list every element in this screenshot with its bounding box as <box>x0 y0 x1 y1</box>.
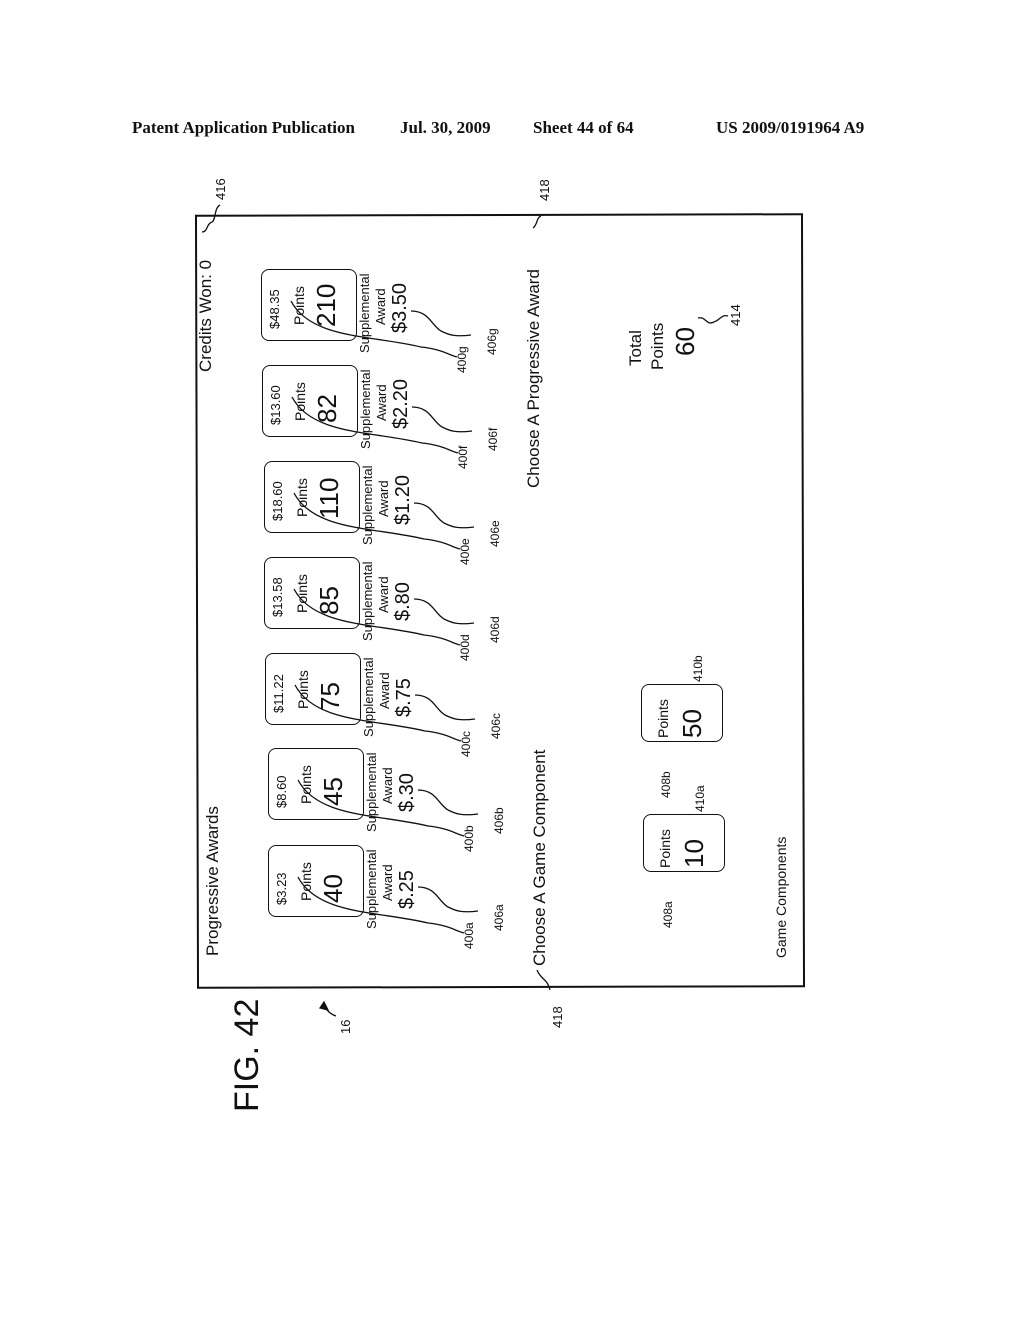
component-box-ref: 408b <box>659 771 673 798</box>
supplemental-award-value: $3.50 <box>389 282 411 333</box>
supplemental-ref: 406a <box>492 904 506 931</box>
supplemental-award-label: Award <box>377 672 392 709</box>
component-points-value: 50 <box>677 709 707 738</box>
supplemental-ref: 406d <box>488 616 502 643</box>
component-points-label: Points <box>657 829 673 868</box>
supplemental-label: Supplemental <box>357 273 372 354</box>
award-ref: 400e <box>458 538 472 565</box>
supplemental-award-label: Award <box>380 767 395 804</box>
award-ref: 400d <box>458 634 472 661</box>
award-amount: $18.60 <box>270 481 285 521</box>
award-points-value: 75 <box>315 682 345 711</box>
fig-arrowhead <box>318 1000 330 1011</box>
total-ref: 414 <box>728 304 743 326</box>
award-points-label: Points <box>292 382 308 421</box>
fig-arrow <box>323 1003 337 1017</box>
supplemental-award-value: $.80 <box>392 582 414 621</box>
award-points-label: Points <box>298 765 314 804</box>
award-ref: 400b <box>462 825 476 852</box>
supplemental-label: Supplemental <box>358 369 373 450</box>
choose-progressive-award-prompt[interactable]: Choose A Progressive Award <box>524 269 544 488</box>
component-value-ref: 410b <box>691 655 705 682</box>
award-points-value: 82 <box>312 394 342 423</box>
award-ref: 400c <box>459 730 473 757</box>
award-ref: 400a <box>462 922 476 949</box>
publication-label: Patent Application Publication <box>132 118 355 137</box>
choose-game-component-prompt[interactable]: Choose A Game Component <box>530 750 550 966</box>
supplemental-label: Supplemental <box>361 657 376 738</box>
credits-ref: 416 <box>213 178 228 200</box>
supplemental-award-label: Award <box>373 288 388 325</box>
award-points-value: 40 <box>318 874 348 903</box>
component-points-value: 10 <box>679 839 709 868</box>
component-box-ref: 408a <box>661 901 675 928</box>
supplemental-label: Supplemental <box>360 561 375 642</box>
component-points-label: Points <box>655 699 671 738</box>
patent-number: US 2009/0191964 A9 <box>716 118 865 137</box>
award-amount: $13.58 <box>270 577 285 617</box>
supplemental-award-label: Award <box>376 576 391 613</box>
supplemental-award-label: Award <box>374 384 389 421</box>
award-ref: 400g <box>455 346 469 373</box>
award-points-label: Points <box>294 478 310 517</box>
supplemental-label: Supplemental <box>360 465 375 546</box>
total-points-value: 60 <box>670 327 700 356</box>
supplemental-award-value: $2.20 <box>390 378 412 429</box>
award-points-value: 85 <box>314 586 344 615</box>
choose-ref-bottom: 418 <box>550 1006 565 1028</box>
supplemental-award-label: Award <box>376 480 391 517</box>
supplemental-award-value: $.30 <box>396 773 418 812</box>
supplemental-label: Supplemental <box>364 849 379 930</box>
supplemental-ref: 406g <box>485 328 499 355</box>
publication-date: Jul. 30, 2009 <box>400 118 491 137</box>
award-points-value: 45 <box>318 777 348 806</box>
award-ref: 400f <box>456 445 470 469</box>
supplemental-award-label: Award <box>380 864 395 901</box>
supplemental-award-value: $.25 <box>396 870 418 909</box>
award-points-value: 210 <box>311 283 341 327</box>
credits-won-display: Credits Won: 0 <box>196 259 215 372</box>
figure-label: FIG. 42 <box>228 998 266 1112</box>
game-components-title: Game Components <box>773 836 789 958</box>
supplemental-award-value: $.75 <box>393 678 415 717</box>
award-points-label: Points <box>291 286 307 325</box>
award-amount: $11.22 <box>271 674 286 713</box>
award-points-label: Points <box>294 574 310 613</box>
display-ref: 16 <box>338 1019 353 1034</box>
award-amount: $48.35 <box>267 289 282 329</box>
supplemental-ref: 406c <box>489 712 503 739</box>
award-amount: $13.60 <box>268 385 283 425</box>
choose-ref-top: 418 <box>537 179 552 201</box>
supplemental-ref: 406e <box>488 520 502 547</box>
total-label: Total <box>626 330 645 366</box>
supplemental-ref: 406f <box>486 427 500 451</box>
award-amount: $3.23 <box>274 872 289 905</box>
progressive-awards-title: Progressive Awards <box>203 806 222 956</box>
award-points-label: Points <box>295 670 311 709</box>
sheet-number: Sheet 44 of 64 <box>533 118 634 137</box>
supplemental-label: Supplemental <box>364 752 379 833</box>
award-amount: $8.60 <box>274 775 289 808</box>
supplemental-ref: 406b <box>492 807 506 834</box>
award-points-label: Points <box>298 862 314 901</box>
supplemental-award-value: $1.20 <box>392 474 414 525</box>
award-points-value: 110 <box>314 477 344 519</box>
total-points-label: Points <box>648 322 667 370</box>
component-value-ref: 410a <box>693 785 707 812</box>
